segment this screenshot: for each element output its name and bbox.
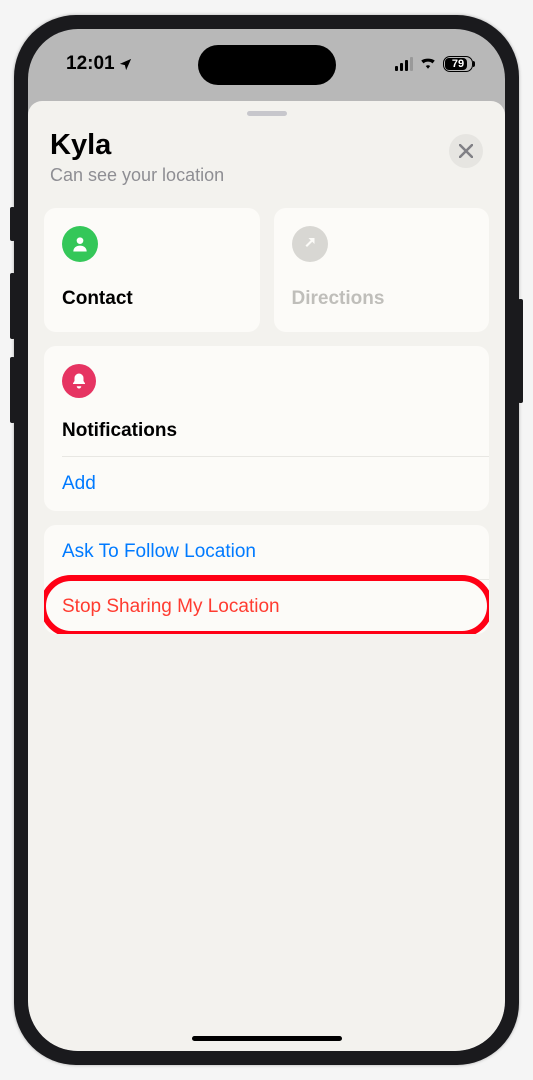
battery-pct: 79 [452,58,464,70]
detail-sheet: Kyla Can see your location Contact [28,101,505,1051]
signal-icon [395,57,413,71]
location-arrow-icon [118,57,133,72]
ask-follow-location-button[interactable]: Ask To Follow Location [44,525,489,579]
person-icon [62,226,98,262]
status-time: 12:01 [66,53,115,75]
location-actions-section: Ask To Follow Location Stop Sharing My L… [44,525,489,634]
side-button [10,207,15,241]
battery-icon: 79 [443,56,473,72]
dynamic-island [198,45,336,85]
notifications-section: Notifications Add [44,346,489,511]
contact-card[interactable]: Contact [44,208,260,332]
side-button [518,299,523,403]
action-cards-row: Contact Directions [28,208,505,332]
sheet-header: Kyla Can see your location [28,116,505,208]
close-button[interactable] [449,134,483,168]
add-notification-button[interactable]: Add [44,457,489,511]
status-right: 79 [395,55,473,74]
directions-card: Directions [274,208,490,332]
directions-icon [292,226,328,262]
contact-card-label: Contact [62,288,242,310]
screen: 12:01 79 Kyla Can [28,29,505,1051]
side-button [10,357,15,423]
close-icon [459,144,473,158]
phone-frame: 12:01 79 Kyla Can [14,15,519,1065]
stop-sharing-location-button[interactable]: Stop Sharing My Location [44,580,489,634]
status-time-group: 12:01 [66,53,133,75]
directions-card-label: Directions [292,288,472,310]
side-button [10,273,15,339]
bell-icon [62,364,96,398]
notifications-header: Notifications [44,346,489,456]
wifi-icon [419,55,437,74]
location-status-text: Can see your location [50,165,224,186]
notifications-title: Notifications [62,420,471,442]
home-indicator[interactable] [192,1036,342,1041]
contact-name: Kyla [50,130,224,162]
